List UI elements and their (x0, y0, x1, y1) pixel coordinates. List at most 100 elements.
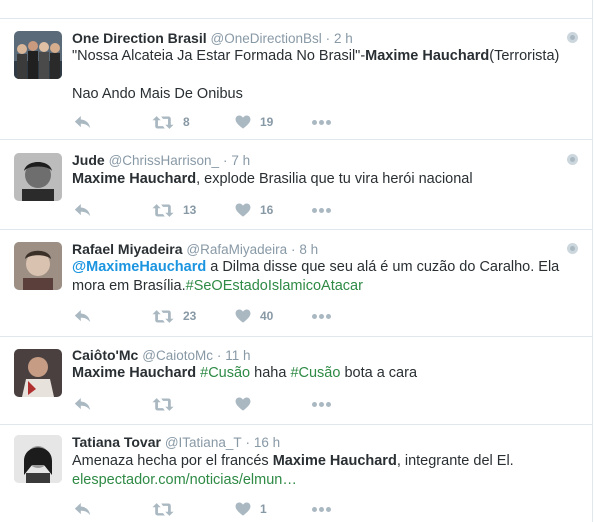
tweet-actions: 1 (72, 499, 372, 519)
tweet-actions: 13 16 (72, 200, 372, 220)
tweet-text: Maxime Hauchard, explode Brasilia que tu… (72, 170, 572, 189)
tweet[interactable]: Caiôto'Mc @CaiotoMc · 11 h Maxime Haucha… (0, 337, 592, 425)
tweet-header: Jude @ChrissHarrison_ · 7 h (72, 150, 250, 170)
fullname[interactable]: Tatiana Tovar (72, 434, 161, 450)
avatar[interactable] (14, 242, 62, 290)
tweet[interactable]: Jude @ChrissHarrison_ · 7 h Maxime Hauch… (0, 140, 592, 230)
avatar[interactable] (14, 435, 62, 483)
tweet-header: Caiôto'Mc @CaiotoMc · 11 h (72, 345, 251, 365)
like-button[interactable]: 16 (235, 200, 273, 220)
like-button[interactable]: 19 (235, 112, 273, 132)
timestamp[interactable]: 11 h (225, 348, 250, 363)
more-icon[interactable] (312, 112, 333, 132)
retweet-icon (152, 309, 174, 324)
separator: · (216, 348, 222, 363)
retweet-icon (152, 397, 174, 412)
reply-icon (74, 502, 91, 516)
hashtag-link[interactable]: #Cusão (200, 365, 250, 381)
retweet-icon (152, 203, 174, 218)
retweet-icon (152, 115, 174, 130)
heart-icon (235, 309, 251, 323)
tweet-text-part: , integrante del El. (396, 453, 514, 469)
reply-button[interactable] (74, 200, 91, 220)
username[interactable]: @OneDirectionBsl (210, 31, 321, 46)
reply-icon (74, 397, 91, 411)
timestamp[interactable]: 2 h (334, 31, 353, 46)
like-button[interactable]: 40 (235, 306, 273, 326)
previous-tweet-edge (0, 0, 592, 19)
tweet-text-bold: Maxime Hauchard (72, 171, 197, 187)
retweet-count: 13 (183, 203, 197, 217)
tweet-text-part: mora em Brasília. (72, 278, 186, 294)
retweet-button[interactable] (152, 394, 183, 414)
timestamp[interactable]: 7 h (231, 153, 250, 168)
tweet-text: @MaximeHauchard a Dilma disse que seu al… (72, 258, 572, 296)
username[interactable]: @ITatiana_T (165, 435, 242, 450)
retweet-count: 8 (183, 115, 190, 129)
username[interactable]: @CaiotoMc (142, 348, 213, 363)
fullname[interactable]: One Direction Brasil (72, 30, 207, 46)
reply-icon (74, 203, 91, 217)
tweet-text-part: haha (250, 365, 291, 381)
tweet-text-bold: Maxime Hauchard (365, 48, 490, 64)
tweet-text: Maxime Hauchard #Cusão haha #Cusão bota … (72, 364, 572, 383)
reply-button[interactable] (74, 394, 91, 414)
retweet-count: 23 (183, 309, 197, 323)
more-icon[interactable] (312, 499, 333, 519)
mention-link[interactable]: @MaximeHauchard (72, 259, 206, 275)
reply-button[interactable] (74, 499, 91, 519)
tweet[interactable]: Rafael Miyadeira @RafaMiyadeira · 8 h @M… (0, 230, 592, 337)
retweet-button[interactable]: 23 (152, 306, 196, 326)
timeline: One Direction Brasil @OneDirectionBsl · … (0, 0, 593, 522)
tweet-header: One Direction Brasil @OneDirectionBsl · … (72, 28, 353, 48)
timestamp[interactable]: 8 h (299, 242, 318, 257)
globe-icon (567, 243, 578, 254)
username[interactable]: @ChrissHarrison_ (109, 153, 219, 168)
hashtag-link[interactable]: #Cusão (290, 365, 340, 381)
reply-icon (74, 115, 91, 129)
more-icon[interactable] (312, 200, 333, 220)
separator: · (291, 242, 296, 257)
timestamp[interactable]: 16 h (254, 435, 280, 450)
tweet-header: Tatiana Tovar @ITatiana_T · 16 h (72, 432, 280, 452)
retweet-icon (152, 502, 174, 517)
retweet-button[interactable]: 13 (152, 200, 196, 220)
tweet-actions (72, 394, 372, 414)
avatar[interactable] (14, 153, 62, 201)
tweet[interactable]: Tatiana Tovar @ITatiana_T · 16 h Amenaza… (0, 425, 592, 522)
separator: · (325, 31, 331, 46)
reply-icon (74, 309, 91, 323)
url-link[interactable]: elespectador.com/noticias/elmun… (72, 472, 297, 488)
globe-icon (567, 154, 578, 165)
like-count: 16 (260, 203, 274, 217)
fullname[interactable]: Jude (72, 152, 105, 168)
tweet-text-part: a Dilma disse que seu alá é um cuzão do … (206, 259, 560, 275)
reply-button[interactable] (74, 306, 91, 326)
heart-icon (235, 203, 251, 217)
fullname[interactable]: Rafael Miyadeira (72, 241, 183, 257)
like-button[interactable] (235, 394, 260, 414)
more-icon[interactable] (312, 394, 333, 414)
like-count: 19 (260, 115, 274, 129)
tweet-text-part: (Terrorista) (489, 48, 560, 64)
tweet-header: Rafael Miyadeira @RafaMiyadeira · 8 h (72, 239, 318, 259)
retweet-button[interactable]: 8 (152, 112, 190, 132)
heart-icon (235, 502, 251, 516)
reply-button[interactable] (74, 112, 91, 132)
tweet-actions: 23 40 (72, 306, 372, 326)
username[interactable]: @RafaMiyadeira (186, 242, 287, 257)
tweet-text: Amenaza hecha por el francés Maxime Hauc… (72, 452, 572, 490)
separator: · (222, 153, 228, 168)
globe-icon (567, 32, 578, 43)
heart-icon (235, 115, 251, 129)
fullname[interactable]: Caiôto'Mc (72, 347, 138, 363)
avatar[interactable] (14, 31, 62, 79)
avatar[interactable] (14, 349, 62, 397)
tweet-text-bold: Maxime Hauchard (272, 453, 397, 469)
tweet-text-part: "Nossa Alcateia Ja Estar Formada No Bras… (72, 48, 366, 64)
like-button[interactable]: 1 (235, 499, 267, 519)
tweet[interactable]: One Direction Brasil @OneDirectionBsl · … (0, 19, 592, 140)
retweet-button[interactable] (152, 499, 183, 519)
hashtag-link[interactable]: #SeOEstadoIslamicoAtacar (186, 278, 363, 294)
more-icon[interactable] (312, 306, 333, 326)
